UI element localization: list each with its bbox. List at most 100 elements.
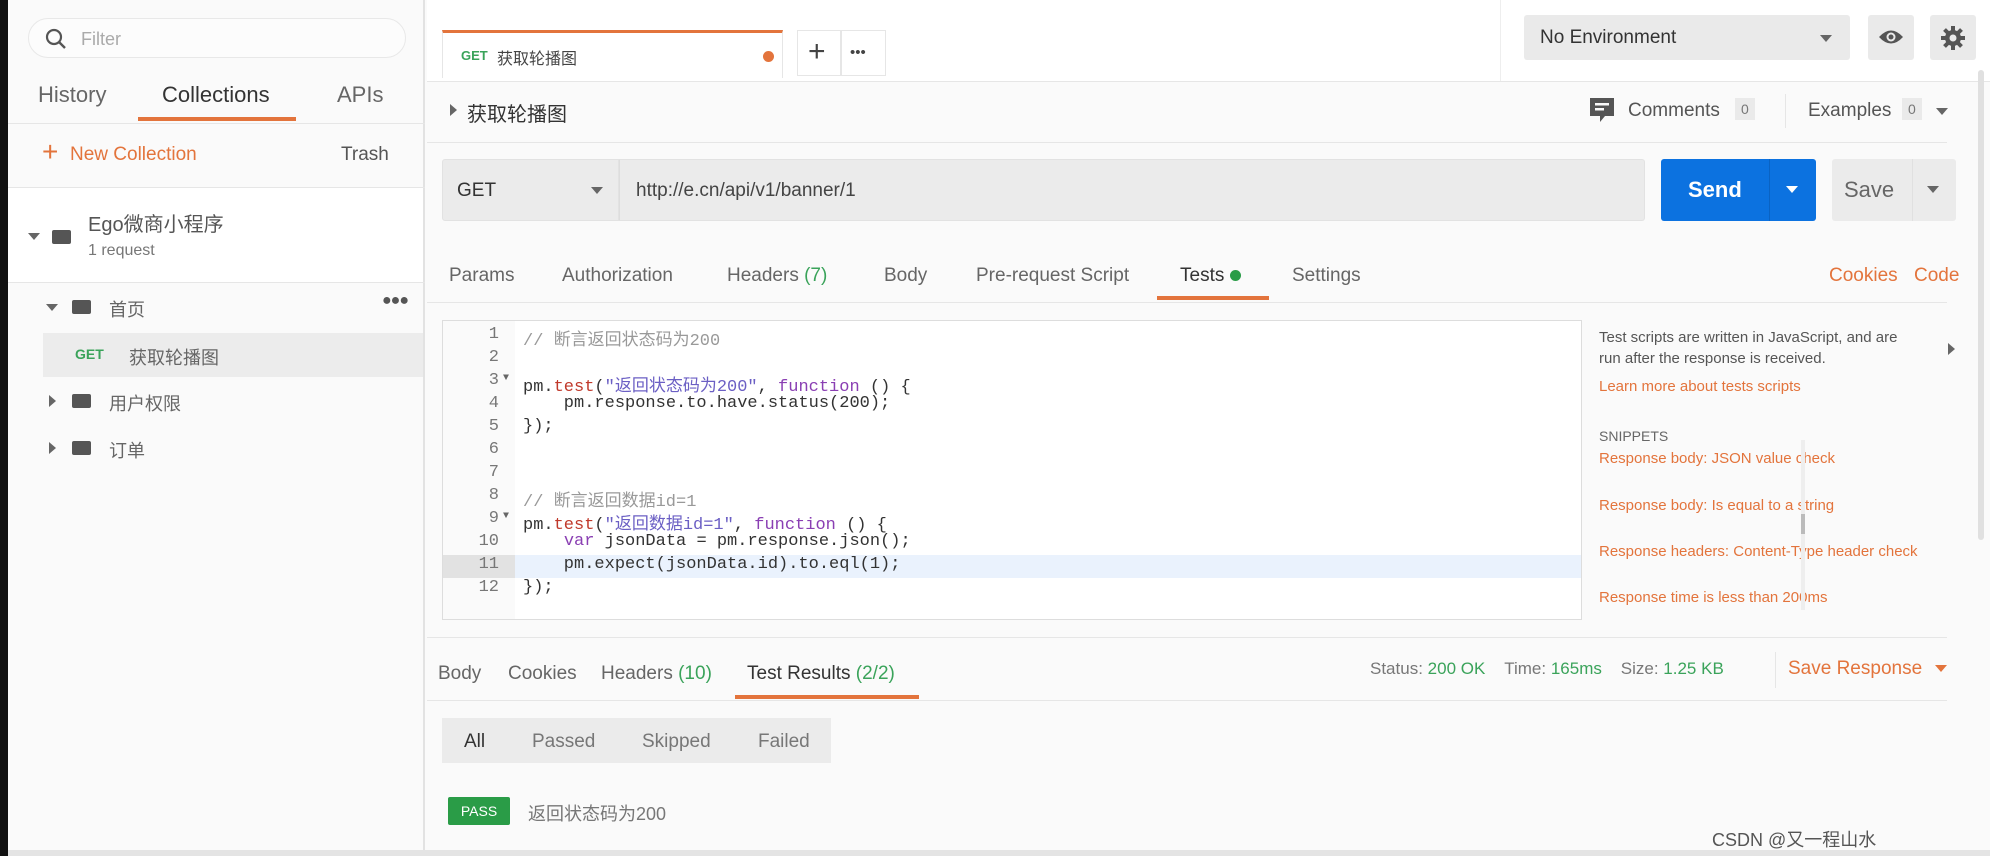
tab-options-button[interactable]: ••• bbox=[841, 30, 886, 76]
folder-icon bbox=[72, 441, 91, 455]
line-number: 2 bbox=[488, 348, 499, 367]
response-tab-body[interactable]: Body bbox=[438, 663, 481, 685]
watermark: CSDN @又一程山水 bbox=[1712, 830, 1877, 850]
chevron-down-icon bbox=[1935, 665, 1948, 673]
tab-pre-request-script[interactable]: Pre-request Script bbox=[976, 265, 1129, 287]
collapse-panel-icon[interactable] bbox=[1948, 343, 1955, 355]
filter-input[interactable]: Filter bbox=[28, 18, 406, 58]
plus-icon: + bbox=[42, 136, 59, 167]
filter-skipped[interactable]: Skipped bbox=[642, 731, 711, 753]
snippet-link[interactable]: Response body: JSON value check bbox=[1599, 450, 1835, 467]
line-number: 5 bbox=[488, 417, 499, 436]
tab-body[interactable]: Body bbox=[884, 265, 927, 287]
tab-apis[interactable]: APIs bbox=[337, 82, 383, 108]
new-tab-button[interactable]: + bbox=[797, 30, 841, 76]
url-input[interactable]: http://e.cn/api/v1/banner/1 bbox=[619, 159, 1645, 221]
unsaved-dot bbox=[763, 51, 774, 62]
examples-dropdown[interactable]: Examples 0 bbox=[1808, 96, 1958, 126]
eye-icon bbox=[1879, 30, 1903, 44]
request-tab[interactable]: GET 获取轮播图 bbox=[442, 30, 783, 78]
response-tab-test-results[interactable]: Test Results (2/2) bbox=[747, 663, 895, 685]
response-tab-cookies[interactable]: Cookies bbox=[508, 663, 577, 685]
chevron-down-icon bbox=[28, 233, 40, 240]
request-name: 获取轮播图 bbox=[467, 104, 567, 126]
line-number: 6 bbox=[488, 440, 499, 459]
chevron-down-icon bbox=[1820, 35, 1832, 42]
save-response-button[interactable]: Save Response bbox=[1788, 658, 1948, 680]
collection-name: Ego微商小程序 bbox=[88, 214, 224, 236]
search-icon bbox=[45, 28, 66, 49]
settings-button[interactable] bbox=[1930, 15, 1976, 60]
line-number: 9 bbox=[488, 509, 499, 528]
comments-button[interactable]: Comments 0 bbox=[1590, 96, 1760, 126]
filter-failed[interactable]: Failed bbox=[758, 731, 810, 753]
fold-arrow-icon[interactable]: ▼ bbox=[503, 511, 509, 522]
tab-authorization[interactable]: Authorization bbox=[562, 265, 673, 287]
request-item[interactable]: GET 获取轮播图 bbox=[43, 333, 423, 377]
snippet-link[interactable]: Response body: Is equal to a string bbox=[1599, 497, 1834, 514]
active-tab-indicator bbox=[735, 695, 919, 699]
chevron-down-icon bbox=[591, 187, 603, 194]
active-tab-indicator bbox=[138, 117, 296, 121]
more-icon[interactable]: ●●● bbox=[382, 292, 409, 310]
save-button[interactable]: Save bbox=[1832, 159, 1956, 221]
snippets-title: SNIPPETS bbox=[1599, 428, 1669, 444]
time-value: 165ms bbox=[1550, 659, 1602, 678]
folder-item[interactable]: 首页 ●●● bbox=[8, 292, 423, 324]
tests-indicator-dot bbox=[1229, 270, 1241, 281]
help-text: Test scripts are written in JavaScript, … bbox=[1599, 329, 1898, 346]
tab-settings[interactable]: Settings bbox=[1292, 265, 1361, 287]
line-number: 8 bbox=[488, 486, 499, 505]
code-line: // 断言返回状态码为200 bbox=[523, 332, 721, 351]
line-number: 3 bbox=[488, 371, 499, 390]
line-number: 4 bbox=[488, 394, 499, 413]
chevron-right-icon[interactable] bbox=[450, 104, 457, 116]
environment-dropdown[interactable]: No Environment bbox=[1524, 15, 1850, 60]
test-result-row: PASS 返回状态码为200 bbox=[448, 797, 848, 827]
collection-item[interactable]: Ego微商小程序 1 request bbox=[8, 188, 423, 282]
test-name: 返回状态码为200 bbox=[528, 804, 667, 824]
method-badge: GET bbox=[75, 346, 104, 362]
help-text: run after the response is received. bbox=[1599, 350, 1826, 367]
chevron-down-icon[interactable] bbox=[1927, 186, 1939, 193]
folder-icon bbox=[72, 394, 91, 408]
fold-arrow-icon[interactable]: ▼ bbox=[503, 373, 509, 384]
main-scrollbar[interactable] bbox=[1978, 70, 1984, 540]
active-tab-indicator bbox=[1157, 296, 1269, 300]
filter-placeholder: Filter bbox=[81, 29, 121, 49]
code-line: pm.expect(jsonData.id).to.eql(1); bbox=[523, 555, 901, 574]
screen-edge bbox=[0, 0, 8, 856]
line-number: 1 bbox=[488, 325, 499, 344]
tab-tests[interactable]: Tests bbox=[1180, 265, 1241, 287]
tab-collections[interactable]: Collections bbox=[162, 82, 270, 108]
trash-button[interactable]: Trash bbox=[341, 144, 389, 166]
folder-item[interactable]: 用户权限 bbox=[8, 386, 423, 418]
chevron-down-icon bbox=[1936, 108, 1948, 115]
response-tab-headers[interactable]: Headers (10) bbox=[601, 663, 712, 685]
filter-passed[interactable]: Passed bbox=[532, 731, 595, 753]
code-line: }); bbox=[523, 578, 554, 597]
snippet-link[interactable]: Response time is less than 200ms bbox=[1599, 589, 1827, 606]
chevron-down-icon[interactable] bbox=[1786, 186, 1798, 193]
code-link[interactable]: Code bbox=[1914, 265, 1959, 287]
sidebar: Filter History Collections APIs + New Co… bbox=[8, 0, 425, 850]
tab-params[interactable]: Params bbox=[449, 265, 514, 287]
chevron-right-icon bbox=[49, 442, 56, 454]
pass-badge: PASS bbox=[448, 797, 510, 825]
folder-icon bbox=[72, 300, 91, 314]
send-button[interactable]: Send bbox=[1661, 159, 1816, 221]
method-select[interactable]: GET bbox=[442, 159, 619, 221]
environment-quick-look-button[interactable] bbox=[1868, 15, 1914, 60]
snippets-scrollbar[interactable] bbox=[1801, 440, 1805, 610]
response-meta: Status: 200 OK Time: 165ms Size: 1.25 KB bbox=[1370, 659, 1724, 678]
cookies-link[interactable]: Cookies bbox=[1829, 265, 1898, 287]
folder-item[interactable]: 订单 bbox=[8, 433, 423, 465]
filter-all[interactable]: All bbox=[464, 731, 485, 753]
learn-more-link[interactable]: Learn more about tests scripts bbox=[1599, 378, 1801, 395]
test-script-editor[interactable]: 1// 断言返回状态码为200 2 3 ▼ pm.test("返回状态码为200", f… bbox=[442, 320, 1582, 620]
snippet-link[interactable]: Response headers: Content-Type header ch… bbox=[1599, 543, 1918, 560]
size-value: 1.25 KB bbox=[1663, 659, 1724, 678]
tab-history[interactable]: History bbox=[38, 82, 106, 108]
tab-headers[interactable]: Headers (7) bbox=[727, 265, 827, 287]
collection-count: 1 request bbox=[88, 242, 155, 259]
